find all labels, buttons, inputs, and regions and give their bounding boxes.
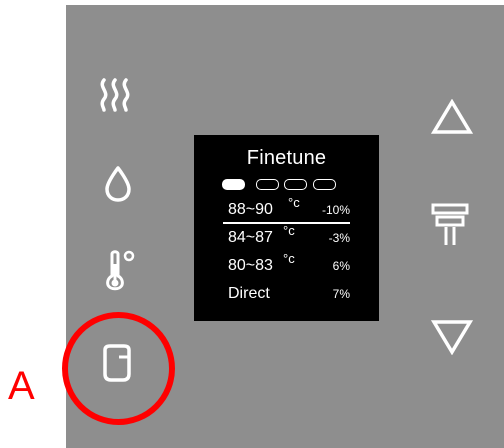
dispense-icon[interactable]	[431, 203, 469, 247]
adjust-percent: -10%	[321, 203, 350, 217]
callout-circle	[62, 312, 175, 425]
display-title: Finetune	[246, 147, 327, 169]
adjust-percent: 6%	[332, 259, 350, 273]
temp-unit: °c	[288, 195, 300, 210]
temp-unit: °c	[283, 251, 295, 266]
thermometer-icon[interactable]	[104, 248, 138, 294]
temp-row[interactable]: Direct 7%	[228, 285, 358, 307]
steam-icon[interactable]	[98, 78, 134, 112]
indicator-dot	[222, 179, 245, 190]
water-drop-icon[interactable]	[104, 166, 132, 202]
callout-label: A	[8, 364, 35, 408]
indicator-dot	[284, 179, 307, 190]
adjust-percent: 7%	[332, 287, 350, 301]
adjust-percent: -3%	[328, 231, 350, 245]
temp-unit: °c	[283, 223, 295, 238]
temp-range: Direct	[228, 285, 270, 302]
indicator-dot	[256, 179, 279, 190]
temp-row[interactable]: 84~87 °c -3%	[228, 223, 358, 251]
down-arrow-icon[interactable]	[431, 319, 473, 355]
indicator-dot	[313, 179, 336, 190]
temp-range: 84~87	[228, 229, 273, 246]
temp-range: 80~83	[228, 257, 273, 274]
up-arrow-icon[interactable]	[431, 99, 473, 135]
temp-row[interactable]: 88~90 °c -10%	[228, 195, 358, 223]
temp-row[interactable]: 80~83 °c 6%	[228, 251, 358, 279]
lcd-display: Finetune 88~90 °c -10% 84~87 °c -3% 80~8…	[194, 135, 379, 321]
temp-range: 88~90	[228, 201, 273, 218]
